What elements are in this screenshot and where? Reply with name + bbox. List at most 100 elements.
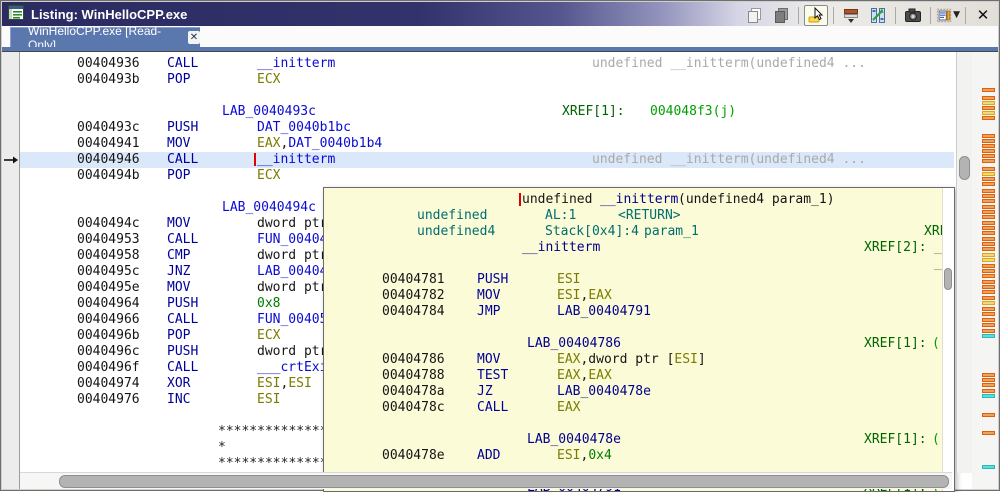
- navigation-marker[interactable]: [982, 144, 995, 148]
- copy-icon[interactable]: [742, 5, 766, 26]
- operand-token: EAX: [257, 136, 280, 151]
- navigation-marker[interactable]: [982, 242, 995, 246]
- popup-listing-row[interactable]: LAB_00404786XREF[1]:(: [324, 336, 954, 352]
- popup-listing-row[interactable]: 0040478eADDESI,0x4: [324, 448, 954, 464]
- navigation-marker[interactable]: [982, 205, 995, 209]
- snapshot-camera-icon[interactable]: [901, 5, 925, 26]
- cursor-highlight-icon[interactable]: [804, 5, 828, 26]
- navigation-marker[interactable]: [982, 373, 995, 377]
- navigation-marker[interactable]: [982, 247, 995, 251]
- titlebar[interactable]: Listing: WinHelloCPP.exe: [2, 2, 998, 26]
- navigation-marker[interactable]: [982, 280, 995, 284]
- popup-listing-row[interactable]: 0040478cCALLEAX: [324, 400, 954, 416]
- popup-listing-row[interactable]: undefined4Stack[0x4]:4param_1XREF: [324, 224, 954, 240]
- navigation-marker[interactable]: [982, 378, 995, 382]
- popup-listing-row[interactable]: 00404782MOVESI,EAX: [324, 288, 954, 304]
- navigation-marker[interactable]: [982, 237, 995, 241]
- navigation-marker[interactable]: [982, 149, 995, 153]
- navigation-marker[interactable]: [982, 290, 995, 294]
- popup-listing-row[interactable]: undefined __initterm(undefined4 param_1): [324, 192, 954, 208]
- navigation-marker[interactable]: [982, 318, 995, 322]
- navigation-marker[interactable]: [982, 258, 995, 262]
- diff-view-icon[interactable]: [866, 5, 890, 26]
- listing-row[interactable]: 0040494bPOPECX: [2, 168, 954, 184]
- listing-row[interactable]: 00404936CALL__inittermundefined __initte…: [2, 56, 954, 72]
- navigation-marker[interactable]: [982, 167, 995, 171]
- popup-listing-row[interactable]: 00404788TESTEAX,EAX: [324, 368, 954, 384]
- navigation-marker[interactable]: [982, 215, 995, 219]
- navigation-marker[interactable]: [982, 296, 995, 300]
- mnemonic: PUSH: [167, 296, 198, 312]
- navigation-marker[interactable]: [982, 177, 995, 181]
- popup-listing-row[interactable]: 00404784JMPLAB_00404791: [324, 304, 954, 320]
- navigation-marker[interactable]: [982, 269, 995, 273]
- toggle-fields-icon[interactable]: [839, 5, 863, 26]
- tab-close-icon[interactable]: ✕: [188, 31, 200, 44]
- navigation-marker[interactable]: [982, 301, 995, 305]
- navigation-marker[interactable]: [982, 96, 995, 100]
- operands: ESI,ESI: [257, 376, 312, 392]
- navigation-marker[interactable]: [982, 139, 995, 143]
- mnemonic: PUSH: [167, 120, 198, 136]
- popup-listing-row[interactable]: undefinedAL:1<RETURN>: [324, 208, 954, 224]
- navigation-marker[interactable]: [982, 465, 995, 469]
- navigation-marker[interactable]: [982, 264, 995, 268]
- horizontal-scrollbar-thumb[interactable]: [59, 475, 949, 488]
- navigation-marker[interactable]: [982, 182, 995, 186]
- navigation-marker[interactable]: [982, 394, 995, 398]
- navigation-marker[interactable]: [982, 172, 995, 176]
- navigation-marker[interactable]: [982, 389, 995, 393]
- navigation-marker[interactable]: [982, 199, 995, 203]
- popup-listing-row[interactable]: 0040478aJZLAB_0040478e: [324, 384, 954, 400]
- vertical-scrollbar-thumb[interactable]: [959, 156, 970, 180]
- navigation-marker[interactable]: [982, 116, 995, 120]
- operand-token: LAB_00404791: [557, 304, 651, 319]
- listing-row[interactable]: LAB_0040493cXREF[1]:004048f3(j): [2, 104, 954, 120]
- navigation-marker[interactable]: [982, 253, 995, 257]
- navigation-marker[interactable]: [982, 154, 995, 158]
- navigation-marker[interactable]: [982, 431, 995, 435]
- navigation-marker[interactable]: [982, 383, 995, 387]
- navigation-marker[interactable]: [982, 106, 995, 110]
- popup-listing-row[interactable]: LAB_0040478eXREF[1]:(: [324, 432, 954, 448]
- navigation-marker[interactable]: [982, 226, 995, 230]
- popup-scrollbar-thumb[interactable]: [944, 268, 952, 290]
- close-icon[interactable]: ✕: [971, 5, 995, 26]
- listing-row[interactable]: 00404941MOVEAX,DAT_0040b1b4: [2, 136, 954, 152]
- navigation-marker[interactable]: [982, 111, 995, 115]
- popup-listing-row[interactable]: __inittermXREF[2]:_: [324, 240, 954, 256]
- tab-winhellocpp[interactable]: WinHelloCPP.exe [Read-Only] ✕: [10, 27, 200, 47]
- popup-listing-row[interactable]: _: [324, 256, 954, 272]
- address: 00404784: [382, 304, 445, 320]
- listing-row[interactable]: 0040493bPOPECX: [2, 72, 954, 88]
- navigation-marker[interactable]: [982, 159, 995, 163]
- navigation-marker[interactable]: [982, 189, 995, 193]
- navigation-marker[interactable]: [982, 413, 995, 417]
- navigation-marker[interactable]: [982, 210, 995, 214]
- navigation-marker[interactable]: [982, 134, 995, 138]
- dropdown-arrow-icon[interactable]: ▼: [953, 10, 960, 20]
- operand-token: ESI: [257, 376, 280, 391]
- popup-listing-row[interactable]: 00404786MOVEAX,dword ptr [ESI]: [324, 352, 954, 368]
- navigation-marker[interactable]: [982, 221, 995, 225]
- navigation-marker[interactable]: [982, 274, 995, 278]
- navigation-marker[interactable]: [982, 231, 995, 235]
- navigation-marker[interactable]: [982, 323, 995, 327]
- mnemonic: TEST: [477, 368, 508, 384]
- navigation-marker[interactable]: [982, 307, 995, 311]
- popup-listing-row[interactable]: 00404781PUSHESI: [324, 272, 954, 288]
- display-options-icon[interactable]: ▼: [936, 5, 960, 26]
- paste-icon[interactable]: [769, 5, 793, 26]
- listing-row[interactable]: 0040493cPUSHDAT_0040b1bc: [2, 120, 954, 136]
- horizontal-scrollbar[interactable]: [20, 472, 952, 489]
- navigation-marker[interactable]: [982, 194, 995, 198]
- listing-row[interactable]: 00404946CALL__inittermundefined __initte…: [20, 152, 954, 168]
- navigation-marker[interactable]: [982, 101, 995, 105]
- navigation-marker[interactable]: [982, 329, 995, 333]
- popup-scrollbar[interactable]: [942, 188, 954, 491]
- navigation-marker[interactable]: [982, 88, 995, 92]
- navigation-marker[interactable]: [982, 334, 995, 338]
- vertical-scrollbar[interactable]: [956, 52, 973, 473]
- navigation-marker[interactable]: [982, 285, 995, 289]
- navigation-marker[interactable]: [982, 312, 995, 316]
